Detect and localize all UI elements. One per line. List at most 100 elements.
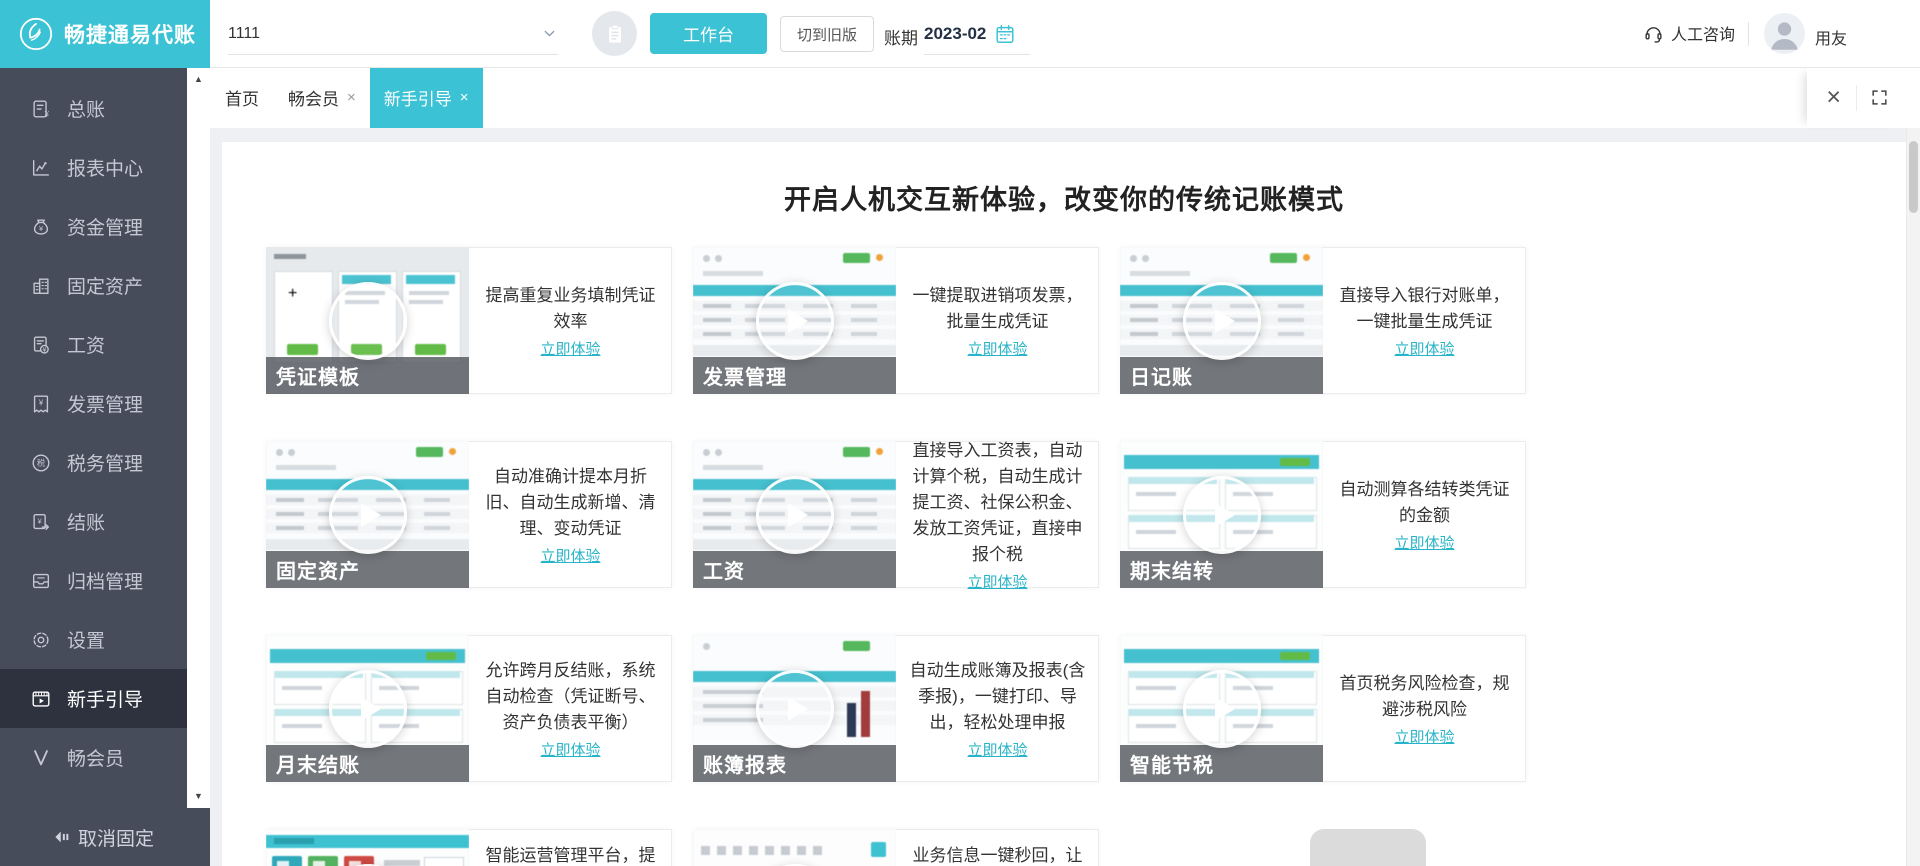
tab-home[interactable]: 首页 [210,67,274,128]
svg-text:税: 税 [37,458,45,468]
play-button[interactable] [328,475,407,554]
try-now-link[interactable]: 立即体验 [540,545,600,566]
card-description: 自动测算各结转类凭证的金额 [1339,479,1510,525]
sidebar-item-payroll[interactable]: ¥ 工资 [0,315,187,374]
close-icon[interactable]: × [1811,85,1856,110]
sidebar-item-label: 结账 [67,513,106,534]
video-thumbnail[interactable]: + 凭证模板 [266,247,469,394]
card-description: 提高重复业务填制凭证效率 [485,285,656,331]
feature-card: 智能节税 首页税务风险检查，规避涉税风险立即体验 [1120,635,1526,782]
try-now-link[interactable]: 立即体验 [1394,532,1454,553]
cards-grid: + 凭证模板 提高重复业务填制凭证效率 立即体验 发票管理 一键提取进销项发票，批量生成凭… [266,247,1526,866]
workbench-button[interactable]: 工作台 [650,13,767,54]
sidebar-item-archive[interactable]: 归档管理 [0,551,187,610]
card-description: 首页税务风险检查，规避涉税风险 [1339,673,1510,719]
try-now-link[interactable]: 立即体验 [967,338,1027,359]
collapse-left-icon [52,827,72,847]
video-label-band: 智能节税 [1120,745,1323,782]
card-label: 日记账 [1130,367,1193,389]
sidebar-item-settings[interactable]: 设置 [0,610,187,669]
sidebar-scrollbar[interactable]: ▲ ▼ [187,67,210,808]
sidebar-item-funds[interactable]: ¥ 资金管理 [0,197,187,256]
sidebar-item-label: 固定资产 [67,277,144,298]
video-thumbnail[interactable] [693,829,896,866]
sidebar-item-label: 设置 [67,631,106,652]
sidebar-item-member[interactable]: 畅会员 [0,728,187,787]
sidebar-collapse-button[interactable]: 取消固定 [0,808,210,866]
card-label: 工资 [703,561,745,583]
video-thumbnail[interactable]: 月末结账 [266,635,469,782]
sidebar-menu: ¥ 总账 报表中心 ¥ 资金管理 固定资产 ¥ 工资 ¥ 发票管理税 税务管理 ¥ 结账 归档管理 设置 新手… [0,67,187,808]
tabbar-actions: × [1807,67,1906,128]
sidebar-item-report[interactable]: 报表中心 [0,138,187,197]
sidebar-item-assets[interactable]: 固定资产 [0,256,187,315]
try-now-link[interactable]: 立即体验 [967,739,1027,760]
support-link[interactable]: 人工咨询 [1643,21,1735,45]
play-button[interactable] [1182,475,1261,554]
video-thumbnail[interactable]: 期末结转 [1120,441,1323,588]
play-button[interactable] [1182,281,1261,360]
loading-placeholder [1310,829,1426,866]
headset-icon [1643,23,1664,44]
sidebar-item-label: 归档管理 [67,572,144,593]
video-thumbnail[interactable]: 固定资产 [266,441,469,588]
scroll-up-arrow[interactable]: ▲ [187,74,210,84]
chevron-down-icon [541,25,558,42]
page-scrollbar[interactable] [1906,128,1920,866]
header: 畅捷通易代账 1111 工作台 切到旧版 账期 2023-02 人工咨询 用友 [0,0,1920,68]
video-label-band: 日记账 [1120,357,1323,394]
sidebar-item-invoice[interactable]: ¥ 发票管理 [0,374,187,433]
sidebar: ¥ 总账 报表中心 ¥ 资金管理 固定资产 ¥ 工资 ¥ 发票管理税 税务管理 ¥ 结账 归档管理 设置 新手… [0,67,210,866]
tab-member[interactable]: 畅会员 × [274,67,370,128]
video-thumbnail[interactable]: 账簿报表 [693,635,896,782]
video-thumbnail[interactable]: 工资 [693,441,896,588]
tab-guide[interactable]: 新手引导 × [369,67,483,128]
play-button[interactable] [328,281,407,360]
video-label-band: 凭证模板 [266,357,469,394]
video-thumbnail[interactable]: 智能节税 [1120,635,1323,782]
fullscreen-icon[interactable] [1857,88,1902,107]
card-label: 凭证模板 [276,367,360,389]
clipboard-icon[interactable] [592,11,637,56]
play-button[interactable] [755,475,834,554]
settings-icon [30,629,52,651]
scroll-down-arrow[interactable]: ▼ [187,791,210,801]
app-logo: 畅捷通易代账 [0,0,210,68]
try-now-link[interactable]: 立即体验 [1394,726,1454,747]
sidebar-item-ledger[interactable]: ¥ 总账 [0,79,187,138]
avatar[interactable] [1764,13,1805,54]
play-button[interactable] [328,669,407,748]
card-description-area: 自动生成账簿及报表(含季报)，一键打印、导出，轻松处理申报 立即体验 [896,636,1099,781]
try-now-link[interactable]: 立即体验 [540,338,600,359]
app-window: 畅捷通易代账 1111 工作台 切到旧版 账期 2023-02 人工咨询 用友 … [0,0,1920,866]
card-label: 月末结账 [276,755,360,777]
tab-bar: 首页 畅会员 × 新手引导 × × [210,67,1920,128]
video-thumbnail[interactable]: 发票管理 [693,247,896,394]
main-area: 首页 畅会员 × 新手引导 × × 开启人机交互新体验，改变你的传统记账模式 + 凭证模板… [210,67,1920,866]
try-now-link[interactable]: 立即体验 [967,571,1027,592]
play-button[interactable] [1182,669,1261,748]
play-button[interactable] [755,281,834,360]
card-description-area: 自动准确计提本月折旧、自动生成新增、清理、变动凭证 立即体验 [469,442,672,587]
account-select[interactable]: 1111 [228,13,558,55]
play-button[interactable] [755,669,834,748]
tab-close-icon[interactable]: × [460,89,469,106]
tab-close-icon[interactable]: × [347,89,356,106]
video-thumbnail[interactable] [266,829,469,866]
switch-old-version-button[interactable]: 切到旧版 [780,16,874,52]
card-description-area: 智能运营管理平台，提升 [469,830,672,866]
card-description-area: 允许跨月反结账，系统自动检查（凭证断号、资产负债表平衡） 立即体验 [469,636,672,781]
sidebar-item-closing[interactable]: ¥ 结账 [0,492,187,551]
try-now-link[interactable]: 立即体验 [540,739,600,760]
card-description-area: 首页税务风险检查，规避涉税风险立即体验 [1323,636,1526,781]
funds-icon: ¥ [30,216,52,238]
try-now-link[interactable]: 立即体验 [1394,338,1454,359]
video-thumbnail[interactable]: 日记账 [1120,247,1323,394]
report-icon [30,157,52,179]
video-label-band: 期末结转 [1120,551,1323,588]
sidebar-item-guide[interactable]: 新手引导 [0,669,187,728]
sidebar-item-tax[interactable]: 税 税务管理 [0,433,187,492]
period-picker[interactable]: 2023-02 [924,13,1030,55]
video-label-band: 发票管理 [693,357,896,394]
scrollbar-thumb[interactable] [1909,141,1918,213]
